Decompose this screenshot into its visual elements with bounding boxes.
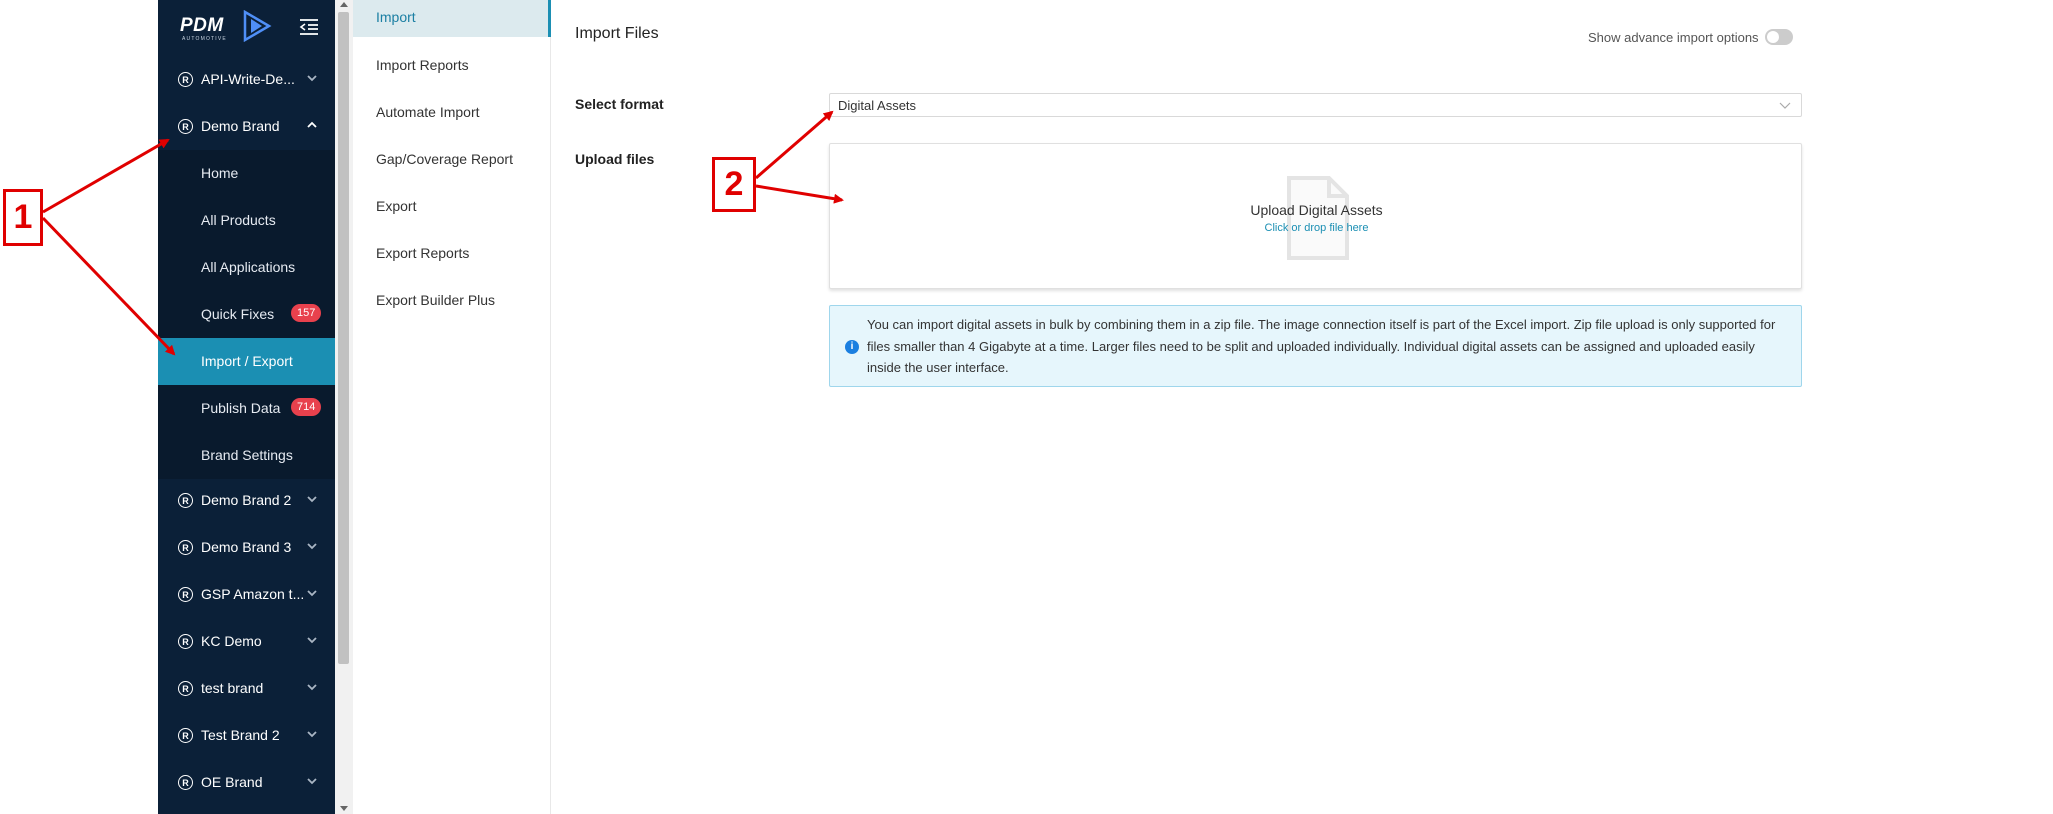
- select-format-label: Select format: [575, 96, 664, 112]
- submenu-item-label: Export Builder Plus: [376, 292, 496, 308]
- chevron-down-icon: [307, 637, 317, 644]
- submenu-item-label: Import Reports: [376, 57, 469, 73]
- sidebar-brand-demo-brand[interactable]: R Demo Brand: [158, 103, 335, 150]
- chevron-up-icon: [307, 121, 317, 128]
- scroll-up-arrow-icon[interactable]: [340, 2, 348, 7]
- sidebar-item-quick-fixes[interactable]: Quick Fixes 157: [158, 291, 335, 338]
- registered-icon: R: [178, 119, 193, 134]
- sidebar-item-import-export[interactable]: Import / Export: [158, 338, 335, 385]
- submenu-item-export-builder-plus[interactable]: Export Builder Plus: [353, 282, 551, 319]
- sidebar-item-brand-settings[interactable]: Brand Settings: [158, 432, 335, 479]
- submenu-item-label: Export: [376, 198, 417, 214]
- sidebar-item-home[interactable]: Home: [158, 150, 335, 197]
- sidebar-item-label: Brand Settings: [201, 447, 293, 463]
- sidebar-brand-label: GSP Amazon t...: [201, 586, 305, 602]
- collapse-menu-icon[interactable]: [298, 17, 320, 37]
- info-alert-text: You can import digital assets in bulk by…: [867, 317, 1776, 375]
- info-icon: i: [845, 340, 859, 354]
- sidebar-brand-test-brand-2[interactable]: R Test Brand 2: [158, 712, 335, 759]
- sidebar-brand-label: Demo Brand: [201, 118, 280, 134]
- chevron-down-icon: [307, 75, 317, 82]
- registered-icon: R: [178, 540, 193, 555]
- registered-icon: R: [178, 728, 193, 743]
- sidebar-scrollbar[interactable]: [335, 0, 353, 814]
- callout-2: 2: [712, 157, 756, 212]
- submenu-item-import-reports[interactable]: Import Reports: [353, 47, 551, 84]
- sidebar-item-label: Publish Data: [201, 400, 281, 416]
- advanced-options-toggle[interactable]: [1764, 29, 1793, 45]
- registered-icon: R: [178, 681, 193, 696]
- sidebar-item-publish-data[interactable]: Publish Data 714: [158, 385, 335, 432]
- sidebar-item-all-applications[interactable]: All Applications: [158, 244, 335, 291]
- sidebar-item-label: Import / Export: [201, 353, 293, 369]
- sidebar-brand-kc-demo[interactable]: R KC Demo: [158, 618, 335, 665]
- sidebar-item-label: Quick Fixes: [201, 306, 275, 322]
- sidebar-brand-label: Test Brand 2: [201, 727, 280, 743]
- logo[interactable]: PDM AUTOMOTIVE: [158, 0, 335, 56]
- file-icon: [1287, 176, 1349, 260]
- count-badge: 157: [291, 304, 322, 322]
- info-alert: i You can import digital assets in bulk …: [829, 305, 1802, 387]
- registered-icon: R: [178, 634, 193, 649]
- logo-subtext: AUTOMOTIVE: [182, 36, 227, 42]
- sidebar-item-label: All Products: [201, 212, 276, 228]
- chevron-down-icon: [307, 496, 317, 503]
- chevron-down-icon: [307, 684, 317, 691]
- scrollbar-thumb[interactable]: [338, 12, 349, 664]
- format-select-value: Digital Assets: [838, 98, 917, 113]
- sidebar-brand-label: test brand: [201, 680, 264, 696]
- chevron-down-icon: [307, 731, 317, 738]
- advanced-options-label: Show advance import options: [1588, 29, 1759, 45]
- sidebar: PDM AUTOMOTIVE R API-Write-De... R Demo …: [158, 0, 335, 814]
- upload-hint-link[interactable]: Click or drop file here: [830, 222, 1803, 234]
- arrow-to-import-export: [41, 216, 176, 356]
- upload-dropzone[interactable]: Upload Digital Assets Click or drop file…: [829, 143, 1802, 289]
- main-content: Import Files Show advance import options…: [552, 0, 2053, 814]
- submenu-item-export[interactable]: Export: [353, 188, 551, 225]
- sidebar-brand-label: Demo Brand 3: [201, 539, 292, 555]
- chevron-down-icon: [307, 543, 317, 550]
- sidebar-brand-gsp-amazon[interactable]: R GSP Amazon t...: [158, 571, 335, 618]
- submenu-item-label: Import: [376, 9, 416, 25]
- sidebar-brand-api-write[interactable]: R API-Write-De...: [158, 56, 335, 103]
- sidebar-brand-demo-brand-2[interactable]: R Demo Brand 2: [158, 477, 335, 524]
- sidebar-brand-label: KC Demo: [201, 633, 262, 649]
- upload-title: Upload Digital Assets: [1250, 202, 1383, 218]
- sidebar-brand-test-brand[interactable]: R test brand: [158, 665, 335, 712]
- submenu-item-import[interactable]: Import: [353, 0, 551, 37]
- chevron-down-icon: [307, 778, 317, 785]
- submenu-item-automate-import[interactable]: Automate Import: [353, 94, 551, 131]
- count-badge: 714: [291, 398, 322, 416]
- scroll-down-arrow-icon[interactable]: [340, 806, 348, 811]
- chevron-down-icon: [1779, 102, 1791, 109]
- submenu-item-gap-coverage-report[interactable]: Gap/Coverage Report: [353, 141, 551, 178]
- sidebar-item-label: Home: [201, 165, 239, 181]
- import-export-submenu: Import Import Reports Automate Import Ga…: [353, 0, 551, 814]
- sidebar-item-all-products[interactable]: All Products: [158, 197, 335, 244]
- page-title: Import Files: [575, 25, 659, 42]
- arrow-to-demo-brand: [42, 138, 170, 214]
- advanced-options-toggle-row: Show advance import options: [1588, 29, 1793, 45]
- sidebar-brand-demo-brand-3[interactable]: R Demo Brand 3: [158, 524, 335, 571]
- submenu-item-label: Gap/Coverage Report: [376, 151, 513, 167]
- sidebar-brand-oe-brand[interactable]: R OE Brand: [158, 759, 335, 806]
- logo-text: PDM: [180, 15, 224, 36]
- submenu-item-export-reports[interactable]: Export Reports: [353, 235, 551, 272]
- sidebar-item-label: All Applications: [201, 259, 296, 275]
- sidebar-brand-label: OE Brand: [201, 774, 263, 790]
- format-select[interactable]: Digital Assets: [829, 93, 1802, 117]
- sidebar-brand-label: Demo Brand 2: [201, 492, 292, 508]
- callout-1: 1: [3, 189, 43, 246]
- registered-icon: R: [178, 587, 193, 602]
- registered-icon: R: [178, 775, 193, 790]
- logo-arrow-icon: [243, 10, 272, 42]
- registered-icon: R: [178, 72, 193, 87]
- upload-files-label: Upload files: [575, 151, 655, 167]
- chevron-down-icon: [307, 590, 317, 597]
- submenu-item-label: Automate Import: [376, 104, 480, 120]
- sidebar-brand-label: API-Write-De...: [201, 71, 295, 87]
- registered-icon: R: [178, 493, 193, 508]
- submenu-item-label: Export Reports: [376, 245, 470, 261]
